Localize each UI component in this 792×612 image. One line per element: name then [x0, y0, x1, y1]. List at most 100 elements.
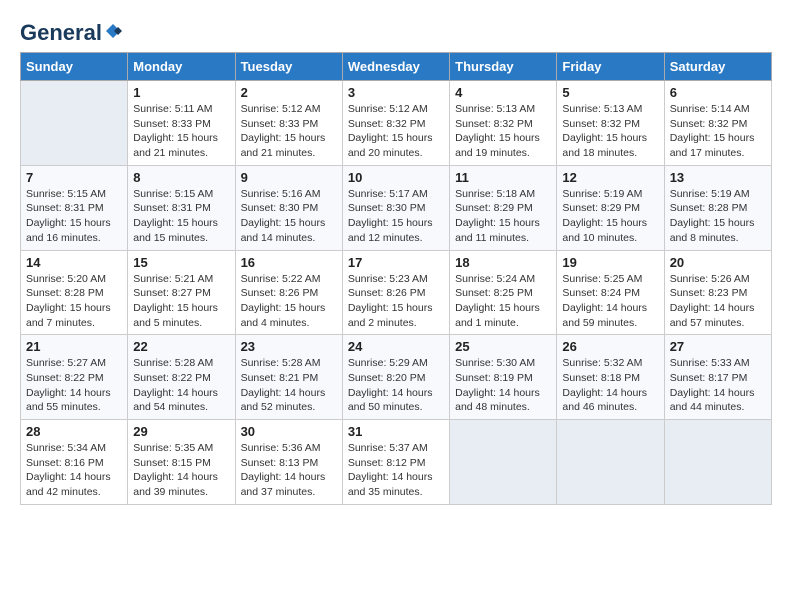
day-info: Sunrise: 5:12 AM Sunset: 8:33 PM Dayligh…: [241, 102, 337, 161]
calendar-cell: 8 Sunrise: 5:15 AM Sunset: 8:31 PM Daylig…: [128, 165, 235, 250]
calendar-cell: 2 Sunrise: 5:12 AM Sunset: 8:33 PM Daylig…: [235, 81, 342, 166]
weekday-header: Tuesday: [235, 53, 342, 81]
day-info: Sunrise: 5:15 AM Sunset: 8:31 PM Dayligh…: [133, 187, 229, 246]
day-number: 2: [241, 85, 337, 100]
day-info: Sunrise: 5:27 AM Sunset: 8:22 PM Dayligh…: [26, 356, 122, 415]
calendar-cell: [557, 420, 664, 505]
day-info: Sunrise: 5:19 AM Sunset: 8:29 PM Dayligh…: [562, 187, 658, 246]
day-info: Sunrise: 5:16 AM Sunset: 8:30 PM Dayligh…: [241, 187, 337, 246]
weekday-header: Monday: [128, 53, 235, 81]
day-number: 13: [670, 170, 766, 185]
day-number: 16: [241, 255, 337, 270]
day-number: 30: [241, 424, 337, 439]
day-info: Sunrise: 5:23 AM Sunset: 8:26 PM Dayligh…: [348, 272, 444, 331]
day-number: 21: [26, 339, 122, 354]
calendar-cell: 25Sunrise: 5:30 AM Sunset: 8:19 PM Dayli…: [450, 335, 557, 420]
day-info: Sunrise: 5:13 AM Sunset: 8:32 PM Dayligh…: [455, 102, 551, 161]
calendar-cell: 19Sunrise: 5:25 AM Sunset: 8:24 PM Dayli…: [557, 250, 664, 335]
calendar-cell: 27 Sunrise: 5:33 AM Sunset: 8:17 PM Dayli…: [664, 335, 771, 420]
day-number: 31: [348, 424, 444, 439]
day-info: Sunrise: 5:34 AM Sunset: 8:16 PM Dayligh…: [26, 441, 122, 500]
calendar-cell: 5 Sunrise: 5:13 AM Sunset: 8:32 PM Daylig…: [557, 81, 664, 166]
calendar-cell: 22 Sunrise: 5:28 AM Sunset: 8:22 PM Dayli…: [128, 335, 235, 420]
calendar-body: 1 Sunrise: 5:11 AM Sunset: 8:33 PM Daylig…: [21, 81, 772, 505]
weekday-header: Sunday: [21, 53, 128, 81]
calendar-cell: [21, 81, 128, 166]
calendar-cell: 18 Sunrise: 5:24 AM Sunset: 8:25 PM Dayli…: [450, 250, 557, 335]
day-number: 10: [348, 170, 444, 185]
calendar-cell: 16 Sunrise: 5:22 AM Sunset: 8:26 PM Dayli…: [235, 250, 342, 335]
day-number: 15: [133, 255, 229, 270]
day-info: Sunrise: 5:24 AM Sunset: 8:25 PM Dayligh…: [455, 272, 551, 331]
calendar-cell: 13Sunrise: 5:19 AM Sunset: 8:28 PM Dayli…: [664, 165, 771, 250]
weekday-header: Thursday: [450, 53, 557, 81]
calendar-cell: 26 Sunrise: 5:32 AM Sunset: 8:18 PM Dayli…: [557, 335, 664, 420]
calendar-cell: 28 Sunrise: 5:34 AM Sunset: 8:16 PM Dayli…: [21, 420, 128, 505]
calendar-cell: 14 Sunrise: 5:20 AM Sunset: 8:28 PM Dayli…: [21, 250, 128, 335]
calendar-cell: 3 Sunrise: 5:12 AM Sunset: 8:32 PM Daylig…: [342, 81, 449, 166]
day-info: Sunrise: 5:29 AM Sunset: 8:20 PM Dayligh…: [348, 356, 444, 415]
day-number: 27: [670, 339, 766, 354]
logo-general: General: [20, 20, 102, 46]
day-info: Sunrise: 5:17 AM Sunset: 8:30 PM Dayligh…: [348, 187, 444, 246]
day-info: Sunrise: 5:20 AM Sunset: 8:28 PM Dayligh…: [26, 272, 122, 331]
day-number: 22: [133, 339, 229, 354]
day-info: Sunrise: 5:13 AM Sunset: 8:32 PM Dayligh…: [562, 102, 658, 161]
day-number: 19: [562, 255, 658, 270]
day-number: 26: [562, 339, 658, 354]
day-number: 11: [455, 170, 551, 185]
calendar-cell: 23Sunrise: 5:28 AM Sunset: 8:21 PM Dayli…: [235, 335, 342, 420]
calendar-cell: 10 Sunrise: 5:17 AM Sunset: 8:30 PM Dayli…: [342, 165, 449, 250]
day-number: 23: [241, 339, 337, 354]
day-info: Sunrise: 5:15 AM Sunset: 8:31 PM Dayligh…: [26, 187, 122, 246]
day-number: 9: [241, 170, 337, 185]
day-number: 29: [133, 424, 229, 439]
calendar-cell: 20 Sunrise: 5:26 AM Sunset: 8:23 PM Dayli…: [664, 250, 771, 335]
day-number: 7: [26, 170, 122, 185]
calendar-cell: [450, 420, 557, 505]
calendar-cell: 9 Sunrise: 5:16 AM Sunset: 8:30 PM Daylig…: [235, 165, 342, 250]
logo-icon: [104, 22, 122, 40]
weekday-header: Friday: [557, 53, 664, 81]
calendar-cell: [664, 420, 771, 505]
logo: General: [20, 20, 122, 42]
day-number: 25: [455, 339, 551, 354]
day-number: 28: [26, 424, 122, 439]
day-info: Sunrise: 5:14 AM Sunset: 8:32 PM Dayligh…: [670, 102, 766, 161]
calendar-cell: 11Sunrise: 5:18 AM Sunset: 8:29 PM Dayli…: [450, 165, 557, 250]
day-number: 3: [348, 85, 444, 100]
calendar-cell: 6 Sunrise: 5:14 AM Sunset: 8:32 PM Daylig…: [664, 81, 771, 166]
day-number: 8: [133, 170, 229, 185]
calendar-cell: 12 Sunrise: 5:19 AM Sunset: 8:29 PM Dayli…: [557, 165, 664, 250]
day-number: 1: [133, 85, 229, 100]
day-info: Sunrise: 5:32 AM Sunset: 8:18 PM Dayligh…: [562, 356, 658, 415]
day-number: 5: [562, 85, 658, 100]
day-number: 20: [670, 255, 766, 270]
page-header: General: [20, 20, 772, 42]
day-info: Sunrise: 5:28 AM Sunset: 8:22 PM Dayligh…: [133, 356, 229, 415]
day-number: 6: [670, 85, 766, 100]
day-number: 14: [26, 255, 122, 270]
calendar-cell: 15 Sunrise: 5:21 AM Sunset: 8:27 PM Dayli…: [128, 250, 235, 335]
calendar-cell: 29Sunrise: 5:35 AM Sunset: 8:15 PM Dayli…: [128, 420, 235, 505]
weekday-header: Saturday: [664, 53, 771, 81]
day-info: Sunrise: 5:12 AM Sunset: 8:32 PM Dayligh…: [348, 102, 444, 161]
calendar-header: SundayMondayTuesdayWednesdayThursdayFrid…: [21, 53, 772, 81]
day-number: 24: [348, 339, 444, 354]
day-number: 12: [562, 170, 658, 185]
calendar-cell: 31 Sunrise: 5:37 AM Sunset: 8:12 PM Dayli…: [342, 420, 449, 505]
day-number: 18: [455, 255, 551, 270]
day-info: Sunrise: 5:33 AM Sunset: 8:17 PM Dayligh…: [670, 356, 766, 415]
day-number: 4: [455, 85, 551, 100]
calendar-cell: 4 Sunrise: 5:13 AM Sunset: 8:32 PM Daylig…: [450, 81, 557, 166]
day-info: Sunrise: 5:22 AM Sunset: 8:26 PM Dayligh…: [241, 272, 337, 331]
calendar-table: SundayMondayTuesdayWednesdayThursdayFrid…: [20, 52, 772, 505]
day-info: Sunrise: 5:11 AM Sunset: 8:33 PM Dayligh…: [133, 102, 229, 161]
day-info: Sunrise: 5:26 AM Sunset: 8:23 PM Dayligh…: [670, 272, 766, 331]
calendar-cell: 1 Sunrise: 5:11 AM Sunset: 8:33 PM Daylig…: [128, 81, 235, 166]
day-info: Sunrise: 5:36 AM Sunset: 8:13 PM Dayligh…: [241, 441, 337, 500]
day-info: Sunrise: 5:37 AM Sunset: 8:12 PM Dayligh…: [348, 441, 444, 500]
day-number: 17: [348, 255, 444, 270]
day-info: Sunrise: 5:21 AM Sunset: 8:27 PM Dayligh…: [133, 272, 229, 331]
weekday-header: Wednesday: [342, 53, 449, 81]
